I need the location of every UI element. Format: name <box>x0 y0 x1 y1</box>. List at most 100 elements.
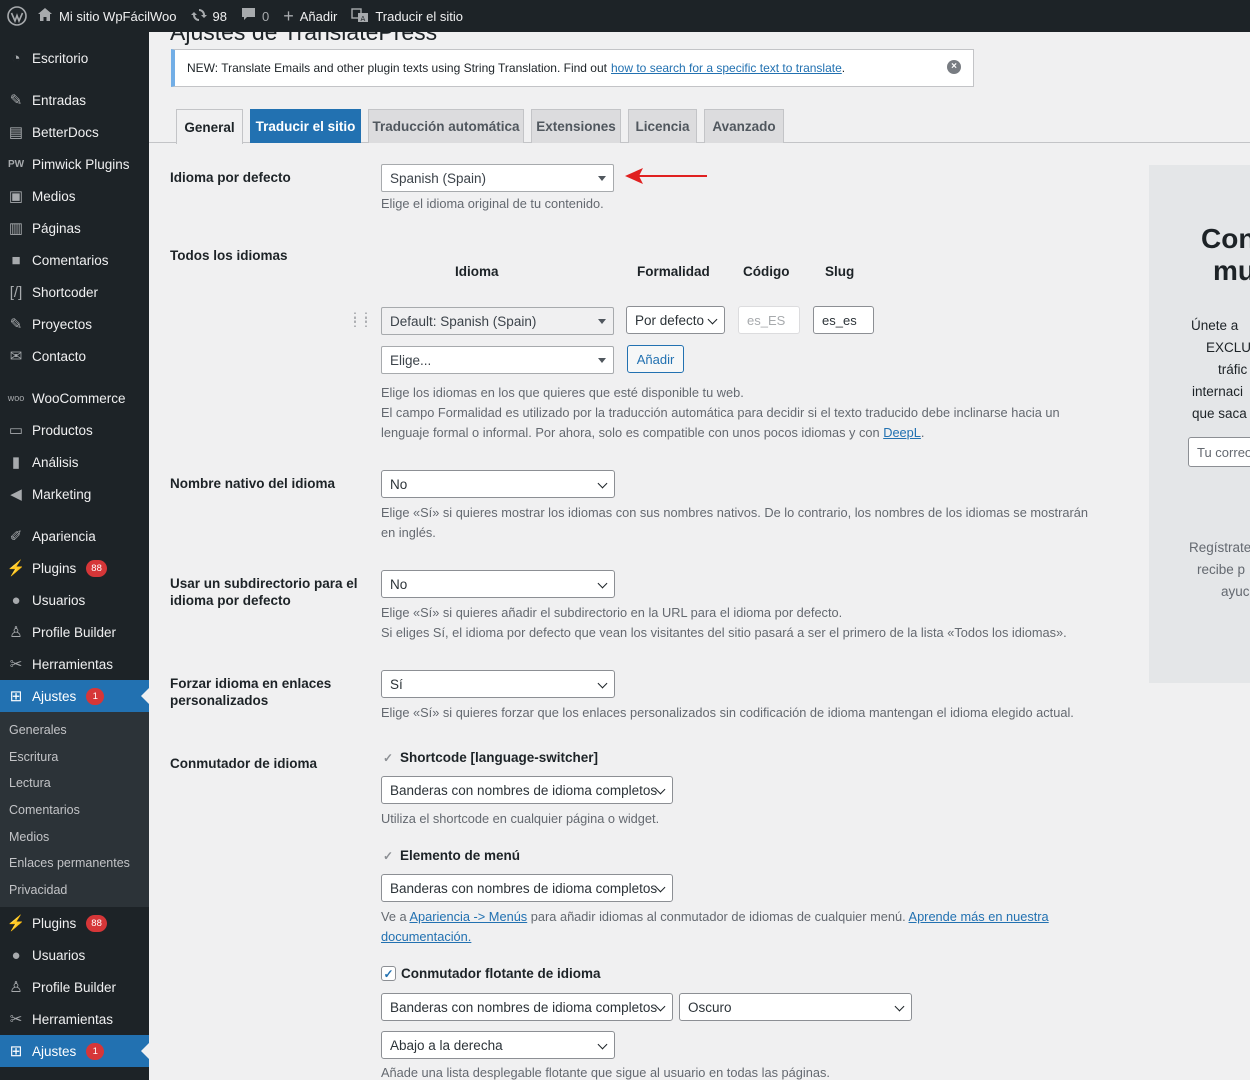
promo-title-1: Con <box>1201 223 1250 254</box>
menu-betterdocs[interactable]: ▤ BetterDocs <box>0 116 149 148</box>
menu-productos[interactable]: ▭ Productos <box>0 414 149 446</box>
shortcode-style-select[interactable]: Banderas con nombres de idioma completos <box>381 776 673 804</box>
mail-icon: ✉ <box>9 348 23 365</box>
new-content-link[interactable]: + Añadir <box>276 0 344 32</box>
menu-pimwick[interactable]: PW Pimwick Plugins <box>0 148 149 180</box>
native-name-select[interactable]: No <box>381 470 615 498</box>
tab-avanzado[interactable]: Avanzado <box>704 109 784 143</box>
slug-field[interactable]: es_es <box>813 306 874 334</box>
dismiss-icon[interactable]: × <box>947 60 961 74</box>
home-icon <box>37 7 53 25</box>
menu-medios[interactable]: ▣ Medios <box>0 180 149 212</box>
notice-link[interactable]: how to search for a specific text to tra… <box>611 61 842 75</box>
check-disabled-icon: ✓ <box>382 750 394 765</box>
select-value: Banderas con nombres de idioma completos <box>390 999 658 1015</box>
menu-plugins-2[interactable]: ⚡ Plugins 88 <box>0 907 149 939</box>
settings-icon: ⊞ <box>9 1043 23 1061</box>
select-value: Sí <box>390 676 403 692</box>
select-value: Abajo a la derecha <box>390 1037 503 1053</box>
menu-woocommerce[interactable]: woo WooCommerce <box>0 382 149 414</box>
menu-label: Ajustes <box>32 1043 77 1059</box>
floating-checkbox[interactable]: ✓ <box>381 966 396 981</box>
menu-style-select[interactable]: Banderas con nombres de idioma completos <box>381 874 673 902</box>
plugin-icon: ⚡ <box>6 915 26 933</box>
menu-paginas[interactable]: ▥ Páginas <box>0 212 149 244</box>
menu-herramientas[interactable]: ✂ Herramientas <box>0 648 149 680</box>
chevron-down-icon <box>707 314 718 325</box>
submenu-lectura[interactable]: Lectura <box>0 770 149 797</box>
submenu-generales[interactable]: Generales <box>0 717 149 744</box>
chevron-down-icon <box>597 578 608 589</box>
menu-usuarios-2[interactable]: ● Usuarios <box>0 939 149 971</box>
subdirectory-desc-2: Si eliges Sí, el idioma por defecto que … <box>381 625 1067 640</box>
default-language-select[interactable]: Spanish (Spain) <box>381 164 614 192</box>
menu-label: Shortcoder <box>32 284 99 300</box>
tab-licencia[interactable]: Licencia <box>628 109 697 143</box>
menu-item-option: ✓ Elemento de menú <box>381 848 520 863</box>
floating-theme-select[interactable]: Oscuro <box>679 993 912 1021</box>
tab-traducir-sitio[interactable]: Traducir el sitio <box>250 109 361 143</box>
menu-plugins[interactable]: ⚡ Plugins 88 <box>0 552 149 584</box>
menu-apariencia[interactable]: ✐ Apariencia <box>0 520 149 552</box>
updates-link[interactable]: 98 <box>184 0 234 32</box>
site-name-link[interactable]: Mi sitio WpFácilWoo <box>30 0 184 32</box>
tab-traduccion-automatica[interactable]: Traducción automática <box>368 109 524 143</box>
tab-general[interactable]: General <box>176 109 243 144</box>
subdirectory-select[interactable]: No <box>381 570 615 598</box>
menu-escritorio[interactable]: ◔ Escritorio <box>0 42 149 74</box>
select-value: Elige... <box>390 352 432 368</box>
menu-proyectos[interactable]: ✎ Proyectos <box>0 308 149 340</box>
comments-link[interactable]: 0 <box>234 0 276 32</box>
chevron-down-icon <box>597 478 608 489</box>
menu-label: BetterDocs <box>32 124 99 140</box>
plugins-badge: 88 <box>86 559 107 577</box>
menu-shortcoder[interactable]: [/] Shortcoder <box>0 276 149 308</box>
menu-usuarios[interactable]: ● Usuarios <box>0 584 149 616</box>
documentation-link[interactable]: documentación. <box>381 929 471 944</box>
add-language-button[interactable]: Añadir <box>627 345 684 373</box>
menu-profile-builder-2[interactable]: ♙ Profile Builder <box>0 971 149 1003</box>
drag-handle-icon[interactable]: ⋮⋮ ⋮⋮ <box>349 311 372 328</box>
menu-comentarios[interactable]: ■ Comentarios <box>0 244 149 276</box>
menu-label: Proyectos <box>32 316 93 332</box>
tab-extensiones[interactable]: Extensiones <box>531 109 621 143</box>
submenu-comentarios[interactable]: Comentarios <box>0 797 149 824</box>
promo-small-2: recibe p <box>1197 562 1246 577</box>
submenu-enlaces[interactable]: Enlaces permanentes <box>0 850 149 877</box>
option-label: Shortcode [language-switcher] <box>400 750 599 765</box>
updates-count: 98 <box>212 8 227 24</box>
menu-ajustes-2[interactable]: ⊞ Ajustes 1 <box>0 1035 149 1068</box>
select-value: Banderas con nombres de idioma completos <box>390 782 658 798</box>
appearance-menus-link[interactable]: Apariencia -> Menús <box>409 909 527 924</box>
menu-contacto[interactable]: ✉ Contacto <box>0 340 149 372</box>
site-name: Mi sitio WpFácilWoo <box>59 8 177 24</box>
force-language-select[interactable]: Sí <box>381 670 615 698</box>
floating-style-select[interactable]: Banderas con nombres de idioma completos <box>381 993 673 1021</box>
learn-more-link[interactable]: Aprende más en nuestra <box>909 909 1049 924</box>
formality-select[interactable]: Por defecto <box>626 306 725 334</box>
col-slug-header: Slug <box>825 264 855 279</box>
desc-text: lenguaje formal o informal. Por ahora, s… <box>381 425 880 440</box>
native-name-desc-1: Elige «Sí» si quieres mostrar los idioma… <box>381 505 1088 520</box>
menu-analisis[interactable]: ▮ Análisis <box>0 446 149 478</box>
pages-icon: ▥ <box>8 220 24 237</box>
pw-icon: PW <box>7 158 25 170</box>
deepl-link[interactable]: DeepL <box>883 425 921 440</box>
menu-marketing[interactable]: ◀ Marketing <box>0 478 149 510</box>
select-value: Default: Spanish (Spain) <box>390 313 537 329</box>
floating-position-select[interactable]: Abajo a la derecha <box>381 1031 615 1059</box>
menu-herramientas-2[interactable]: ✂ Herramientas <box>0 1003 149 1035</box>
dropdown-arrow-icon <box>598 319 606 324</box>
submenu-privacidad[interactable]: Privacidad <box>0 877 149 904</box>
submenu-medios[interactable]: Medios <box>0 823 149 850</box>
menu-entradas[interactable]: ✎ Entradas <box>0 84 149 116</box>
choose-language-select[interactable]: Elige... <box>381 346 614 374</box>
menu-ajustes[interactable]: ⊞ Ajustes 1 <box>0 680 149 712</box>
user-icon: ♙ <box>9 979 23 997</box>
wordpress-logo-icon[interactable] <box>0 0 30 32</box>
menu-profile-builder[interactable]: ♙ Profile Builder <box>0 616 149 648</box>
promo-email-input[interactable]: Tu correo <box>1188 437 1250 467</box>
desc-text: para añadir idiomas al conmutador de idi… <box>530 909 906 924</box>
submenu-escritura[interactable]: Escritura <box>0 744 149 771</box>
translate-site-link[interactable]: A Traducir el sitio <box>344 0 470 32</box>
